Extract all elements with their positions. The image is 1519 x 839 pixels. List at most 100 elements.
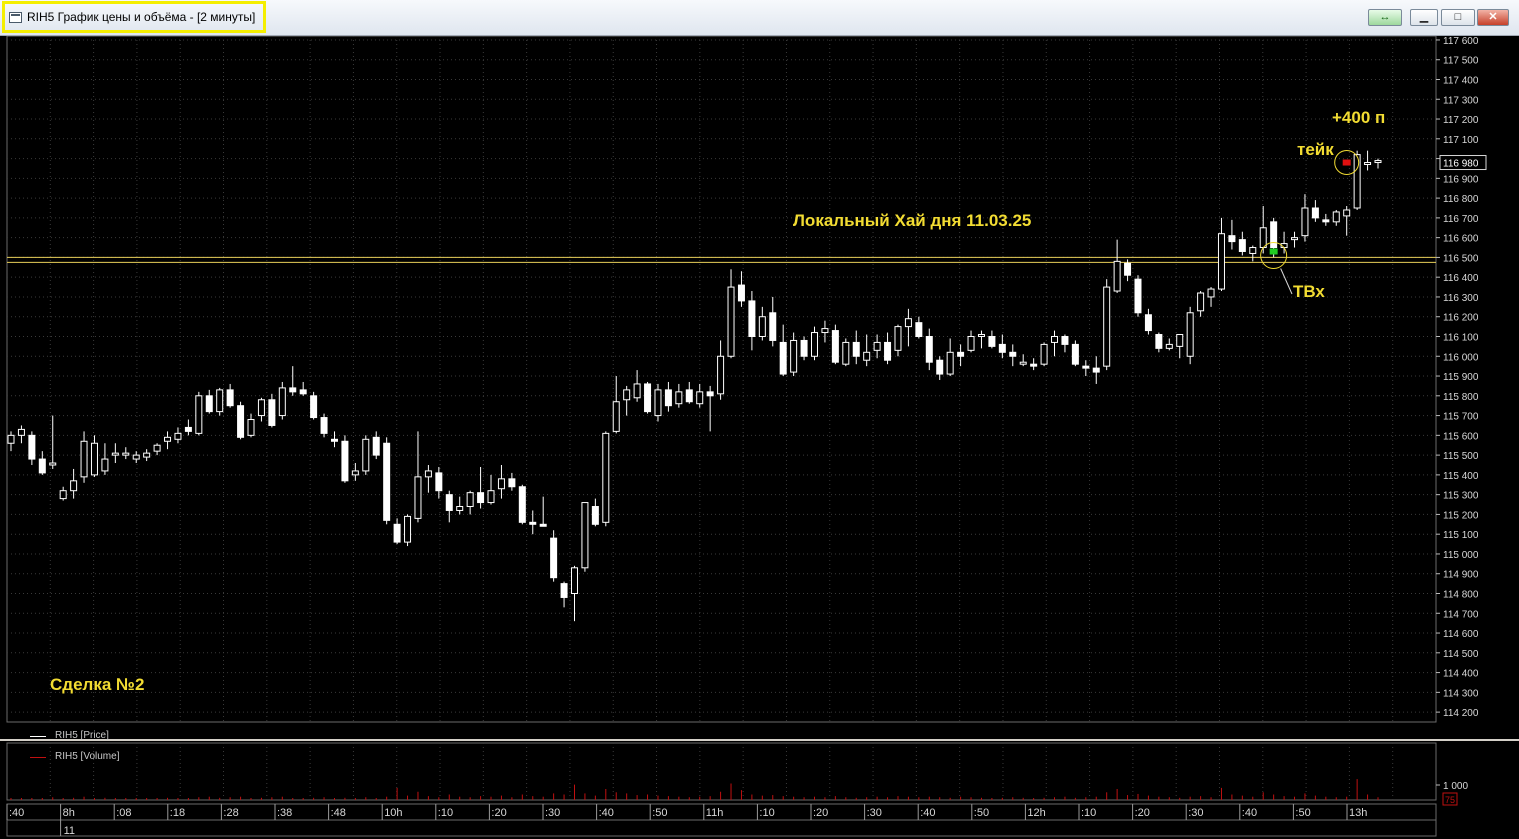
candle-body-down	[936, 359, 944, 375]
time-axis-label: :10	[1081, 807, 1096, 819]
candle-body-up	[811, 332, 819, 357]
price-axis-label: 114 800	[1443, 589, 1479, 600]
time-axis-label: :28	[223, 807, 238, 819]
price-legend-label: RIH5 [Price]	[55, 730, 109, 741]
candle-body-down	[1124, 262, 1132, 276]
price-axis-label: 117 500	[1443, 56, 1479, 67]
candle-body-down	[28, 434, 36, 460]
exit-marker	[1342, 159, 1351, 166]
price-axis-label: 115 200	[1443, 510, 1479, 521]
time-axis-label: :30	[545, 807, 560, 819]
candle-body-down	[372, 436, 380, 456]
candle-body-down	[529, 521, 537, 525]
candle-body-down	[1134, 278, 1142, 314]
candle-body-up	[257, 399, 265, 417]
candle-body-down	[737, 284, 745, 302]
candle-body-up	[1051, 335, 1059, 343]
price-axis-label: 116 900	[1443, 174, 1479, 185]
candle-body-down	[237, 405, 245, 438]
candle-body-down	[383, 442, 391, 521]
candle-body-down	[550, 537, 558, 579]
candle-body-down	[435, 472, 443, 492]
candle-body-down	[1092, 367, 1100, 373]
candle-body-down	[1238, 239, 1246, 252]
candle-body-up	[216, 389, 224, 413]
candle-body-down	[644, 383, 652, 413]
price-axis-label: 116 400	[1443, 273, 1479, 284]
window-titlebar[interactable]: RIH5 График цены и объёма - [2 минуты] ↔…	[0, 0, 1519, 36]
annotation-deal: Сделка №2	[50, 675, 145, 694]
candle-body-up	[894, 326, 902, 351]
date-label: 11	[64, 825, 75, 837]
candle-body-up	[278, 387, 286, 417]
candle-body-down	[779, 341, 787, 375]
time-axis-label: :10	[438, 807, 453, 819]
close-icon: ✕	[1488, 11, 1498, 23]
price-volume-chart[interactable]: 117 600 117 500 117 400 117 300 117 200 117 1…	[0, 36, 1519, 839]
candle-body-down	[748, 300, 756, 337]
price-axis-label: 115 700	[1443, 412, 1479, 423]
candle-body-down	[341, 440, 349, 482]
candle-body-up	[49, 462, 57, 466]
candle-body-down	[508, 478, 516, 488]
candle-body-up	[1301, 207, 1309, 237]
candle-body-down	[884, 341, 892, 361]
volume-legend-swatch	[30, 757, 46, 758]
candle-body-down	[1155, 334, 1163, 349]
price-axis-label: 115 600	[1443, 431, 1479, 442]
candle-body-up	[143, 452, 151, 458]
candle-body-up	[633, 383, 641, 399]
candle-body-down	[1311, 207, 1319, 219]
close-button[interactable]: ✕	[1477, 9, 1509, 26]
candle-body-up	[164, 436, 172, 442]
candle-body-down	[205, 395, 213, 413]
candle-body-up	[404, 515, 412, 543]
candle-body-down	[1061, 335, 1069, 345]
candle-body-up	[1353, 154, 1361, 209]
candle-body-up	[17, 428, 25, 436]
price-axis-label: 116 000	[1443, 352, 1479, 363]
price-axis-label: 116 100	[1443, 332, 1479, 343]
annotation-local-high: Локальный Хай дня 11.03.25	[793, 211, 1032, 230]
time-axis-label: :40	[920, 807, 935, 819]
price-axis-label: 117 600	[1443, 36, 1479, 47]
candle-body-up	[1343, 209, 1351, 217]
candle-body-up	[1176, 334, 1184, 347]
candle-body-down	[560, 583, 568, 598]
minimize-button[interactable]: ▁	[1410, 9, 1438, 26]
candle-body-down	[1228, 235, 1236, 243]
price-axis-label: 115 000	[1443, 550, 1479, 561]
candle-body-up	[424, 470, 432, 478]
candle-body-up	[602, 432, 610, 523]
candle-body-up	[1197, 292, 1205, 312]
volume-current-label: 75	[1445, 795, 1455, 805]
candle-body-up	[1207, 288, 1215, 298]
candle-body-down	[591, 506, 599, 525]
candle-body-down	[800, 339, 808, 357]
candle-body-down	[1009, 351, 1017, 357]
annotation-take: тейк	[1297, 140, 1334, 159]
link-button[interactable]: ↔	[1368, 9, 1402, 26]
candle-body-up	[487, 490, 495, 504]
candle-body-up	[80, 440, 88, 478]
candle-body-up	[351, 470, 359, 476]
candle-body-up	[247, 419, 255, 436]
time-axis-label: :18	[170, 807, 185, 819]
candle-body-up	[623, 389, 631, 401]
candle-body-down	[664, 389, 672, 407]
candle-body-up	[497, 478, 505, 490]
candle-body-down	[226, 389, 234, 407]
maximize-button[interactable]: □	[1441, 9, 1475, 26]
candle-body-down	[706, 391, 714, 397]
chart-window-body: 117 600 117 500 117 400 117 300 117 200 117 1…	[0, 36, 1519, 839]
candle-body-down	[1270, 221, 1278, 249]
candle-body-up	[1374, 160, 1382, 164]
candle-body-up	[977, 334, 985, 337]
candle-body-up	[456, 506, 464, 511]
time-axis-label: 11h	[706, 807, 724, 819]
time-axis-label: :08	[116, 807, 131, 819]
candle-body-down	[299, 389, 307, 395]
candle-body-up	[1040, 343, 1048, 365]
time-axis-label: :50	[652, 807, 667, 819]
candle-body-up	[111, 452, 119, 456]
